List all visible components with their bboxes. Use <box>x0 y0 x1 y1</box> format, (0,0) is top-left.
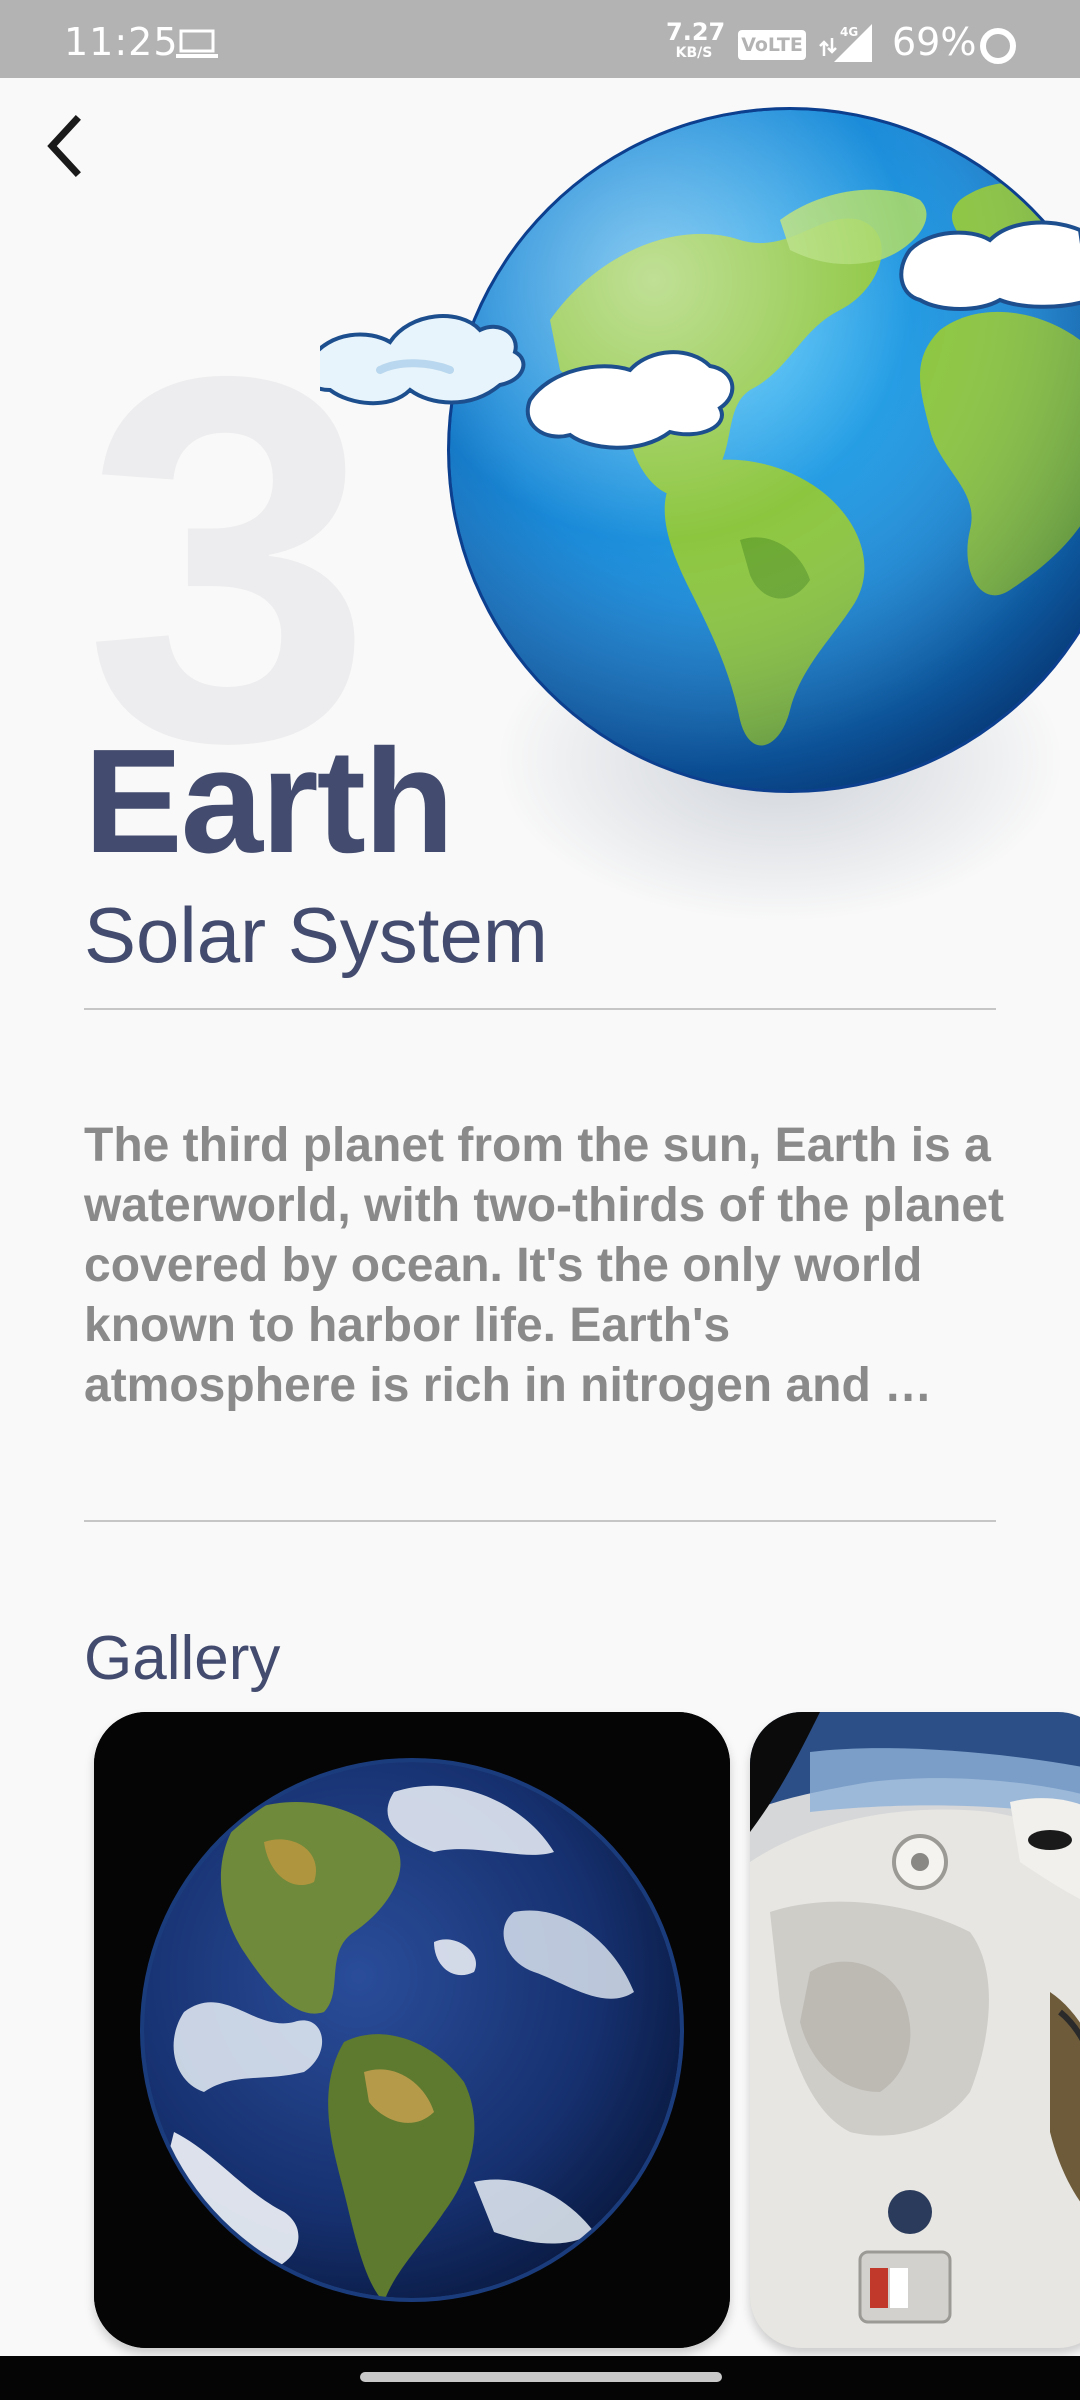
astronaut-photo <box>750 1712 1080 2348</box>
chevron-left-icon <box>47 115 81 177</box>
network-speed-unit: KB/S <box>675 45 713 61</box>
battery-percentage: 69% <box>892 20 977 64</box>
network-speed: 7.27 KB/S <box>666 18 726 61</box>
divider-top <box>84 1008 996 1010</box>
signal-icon: 4G <box>819 24 872 62</box>
battery-ring-icon <box>980 28 1016 64</box>
network-type: 4G <box>840 25 858 39</box>
divider-bottom <box>84 1520 996 1522</box>
planet-description[interactable]: The third planet from the sun, Earth is … <box>84 1116 1004 1416</box>
back-button[interactable] <box>36 108 92 184</box>
home-gesture-handle[interactable] <box>360 2372 722 2382</box>
planet-title: Earth <box>84 719 454 884</box>
gallery-item-earth[interactable] <box>94 1712 730 2348</box>
gallery-title: Gallery <box>84 1624 281 1693</box>
status-time: 11:25 <box>64 20 179 64</box>
network-speed-value: 7.27 <box>666 18 726 46</box>
earth-illustration <box>320 107 1080 793</box>
status-bar: 11:25 7.27 KB/S VoLTE 4G 69% <box>0 0 1080 78</box>
gallery-item-astronaut[interactable] <box>750 1712 1080 2348</box>
laptop-icon <box>176 29 218 58</box>
planet-subtitle: Solar System <box>84 891 548 979</box>
earth-photo <box>94 1712 730 2348</box>
volte-badge: VoLTE <box>738 30 806 60</box>
